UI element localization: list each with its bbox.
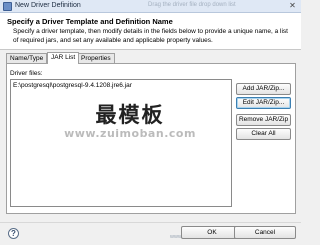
driver-files-list[interactable]: E:\postgresql\postgresql-9.4.1208.jre6.j… [10, 79, 232, 207]
window-title: New Driver Definition [15, 2, 81, 9]
add-jar-button[interactable]: Add JAR/Zip... [236, 83, 291, 95]
footer-divider [0, 222, 301, 223]
tab-properties[interactable]: Properties [77, 53, 115, 63]
header-title: Specify a Driver Template and Definition… [7, 17, 173, 26]
tab-jar-list[interactable]: JAR List [47, 52, 80, 64]
clear-all-button[interactable]: Clear All [236, 128, 291, 140]
title-bar: New Driver Definition Drag the driver fi… [0, 0, 301, 13]
driver-files-label: Driver files: [10, 70, 43, 77]
dialog-header: Specify a Driver Template and Definition… [0, 13, 301, 50]
app-window-icon [3, 2, 12, 11]
header-description: Specify a driver template, then modify d… [13, 28, 288, 44]
remove-jar-button[interactable]: Remove JAR/Zip [236, 114, 291, 126]
cancel-button[interactable]: Cancel [234, 226, 296, 239]
title-bar-faded-hint: Drag the driver file drop down list [148, 2, 236, 8]
close-icon[interactable]: ✕ [287, 1, 298, 11]
tab-name-type[interactable]: Name/Type [6, 53, 48, 63]
list-item[interactable]: E:\postgresql\postgresql-9.4.1208.jre6.j… [13, 82, 132, 89]
question-mark-icon[interactable]: ? [8, 228, 19, 239]
edit-jar-button[interactable]: Edit JAR/Zip... [236, 97, 291, 109]
